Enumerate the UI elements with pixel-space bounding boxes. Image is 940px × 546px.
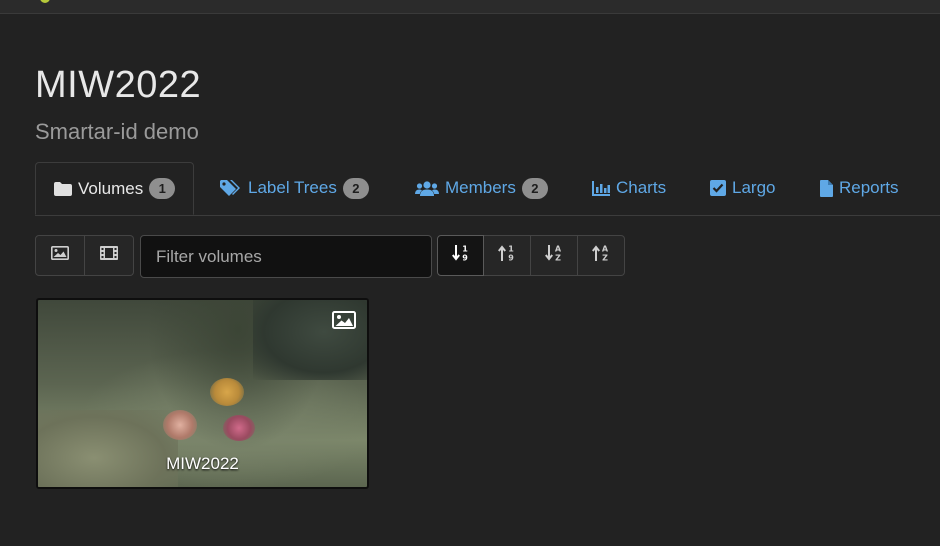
thumbnail-coral	[163, 410, 197, 440]
tab-charts[interactable]: Charts	[592, 162, 666, 214]
file-icon	[820, 179, 833, 197]
media-type-filter	[35, 235, 134, 276]
svg-text:1: 1	[462, 245, 468, 254]
sort-numeric-down-button[interactable]: 19	[437, 235, 484, 276]
tab-volumes[interactable]: Volumes 1	[35, 162, 195, 215]
volume-name: MIW2022	[166, 454, 239, 473]
sort-alpha-down-button[interactable]: AZ	[531, 235, 578, 276]
project-tabs: Volumes 1 Label Trees 2 Members 2 Charts…	[35, 162, 940, 216]
tab-label-trees[interactable]: Label Trees 2	[220, 162, 369, 214]
filter-volumes-input[interactable]	[140, 235, 432, 278]
image-icon	[332, 311, 356, 334]
tab-largo[interactable]: Largo	[710, 162, 775, 214]
svg-text:1: 1	[508, 245, 514, 254]
check-square-icon	[710, 180, 726, 196]
svg-text:9: 9	[462, 254, 468, 263]
top-navbar	[0, 0, 940, 14]
image-filter-button[interactable]	[35, 235, 85, 276]
thumbnail-coral	[210, 378, 244, 406]
image-icon	[51, 246, 69, 265]
svg-text:9: 9	[508, 254, 514, 263]
svg-text:Z: Z	[555, 254, 561, 263]
tags-icon	[220, 179, 242, 197]
sort-numeric-up-button[interactable]: 19	[484, 235, 531, 276]
tab-volumes-label: Volumes	[78, 178, 144, 198]
members-count-badge: 2	[521, 177, 548, 199]
svg-text:A: A	[555, 245, 562, 254]
sort-alpha-down-icon: AZ	[545, 244, 563, 267]
tab-reports-label: Reports	[839, 178, 899, 197]
tab-label-trees-label: Label Trees	[248, 178, 337, 197]
volume-card[interactable]: MIW2022	[36, 298, 369, 489]
sort-buttons: 19 19 AZ AZ	[437, 235, 625, 276]
sort-numeric-down-icon: 19	[451, 244, 470, 267]
thumbnail-coral	[223, 415, 255, 441]
tab-members-label: Members	[445, 178, 516, 197]
label-trees-count-badge: 2	[342, 177, 369, 199]
video-filter-button[interactable]	[85, 235, 134, 276]
sort-alpha-up-button[interactable]: AZ	[578, 235, 625, 276]
logo[interactable]	[40, 0, 50, 3]
sort-alpha-up-icon: AZ	[592, 244, 610, 267]
thumbnail-rock	[38, 410, 178, 487]
tab-reports[interactable]: Reports	[820, 162, 899, 214]
chart-icon	[592, 180, 610, 196]
page-subtitle: Smartar-id demo	[35, 119, 199, 144]
tab-largo-label: Largo	[732, 178, 776, 197]
volumes-count-badge: 1	[149, 178, 176, 199]
film-icon	[100, 246, 118, 265]
svg-text:Z: Z	[602, 254, 608, 263]
folder-icon	[54, 181, 72, 196]
tab-members[interactable]: Members 2	[415, 162, 548, 214]
tab-charts-label: Charts	[616, 178, 667, 197]
svg-text:A: A	[602, 245, 609, 254]
page-title: MIW2022	[35, 64, 202, 106]
sort-numeric-up-icon: 19	[498, 244, 516, 267]
users-icon	[415, 180, 439, 196]
